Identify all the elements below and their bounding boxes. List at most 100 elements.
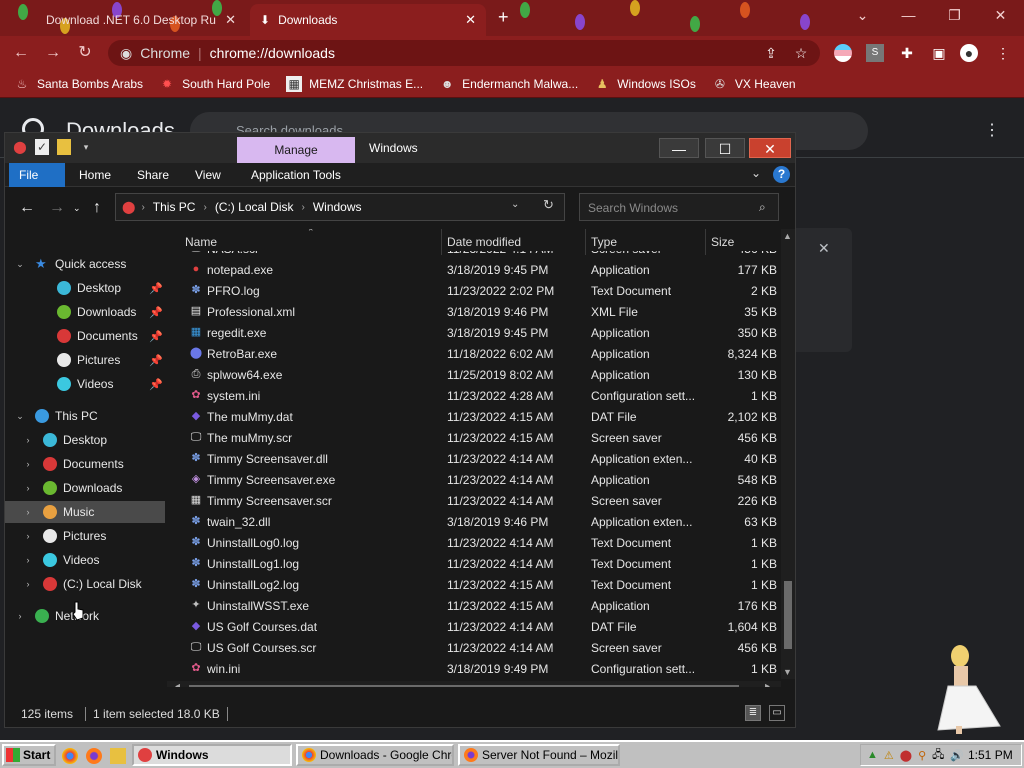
- tab-file[interactable]: File: [9, 163, 65, 187]
- forward-arrow-icon[interactable]: →: [49, 199, 65, 217]
- expand-chevron-icon[interactable]: ›: [23, 507, 33, 517]
- extension-s-icon[interactable]: S: [866, 44, 884, 62]
- share-icon[interactable]: ⇪: [762, 44, 780, 62]
- expand-chevron-icon[interactable]: ›: [23, 531, 33, 541]
- nav-quick-pictures[interactable]: Pictures 📌: [5, 349, 165, 371]
- tray-network-icon[interactable]: 🖧: [932, 746, 944, 765]
- task-firefox[interactable]: Server Not Found – Mozill...: [458, 744, 620, 766]
- file-row[interactable]: ✦ UninstallWSST.exe 11/23/2022 4:15 AM Appl…: [167, 595, 781, 616]
- expand-chevron-icon[interactable]: ›: [23, 555, 33, 565]
- extensions-puzzle-icon[interactable]: ✚: [898, 44, 916, 62]
- nav-pc-pictures[interactable]: › Pictures: [5, 525, 165, 547]
- forward-arrow-icon[interactable]: →: [42, 42, 64, 64]
- file-row[interactable]: ✽ twain_32.dll 3/18/2019 9:46 PM Applicatio…: [167, 511, 781, 532]
- qat-dropdown-icon[interactable]: ▾: [79, 139, 93, 155]
- column-name[interactable]: Name: [185, 235, 217, 249]
- nav-pc-downloads[interactable]: › Downloads: [5, 477, 165, 499]
- firefox-quicklaunch-icon[interactable]: [86, 748, 102, 764]
- file-row[interactable]: ◈ Timmy Screensaver.exe 11/23/2022 4:14 AM…: [167, 469, 781, 490]
- file-row[interactable]: ✽ Timmy Screensaver.dll 11/23/2022 4:14 AM…: [167, 448, 781, 469]
- download-remove-close-icon[interactable]: ✕: [818, 240, 830, 257]
- profile-avatar-icon[interactable]: ●: [960, 44, 978, 62]
- file-row[interactable]: ✽ UninstallLog0.log 11/23/2022 4:14 AM Text…: [167, 532, 781, 553]
- explorer-maximize-button[interactable]: ☐: [705, 138, 745, 158]
- back-arrow-icon[interactable]: ←: [10, 42, 32, 64]
- file-row[interactable]: 🖵 The muMmy.scr 11/23/2022 4:15 AM Screen s…: [167, 427, 781, 448]
- large-icons-view-icon[interactable]: ▭: [769, 705, 785, 721]
- vertical-scrollbar[interactable]: ▲ ▼: [781, 229, 795, 679]
- chrome-menu-icon[interactable]: ⋮: [994, 44, 1012, 62]
- nav-pc-documents[interactable]: › Documents: [5, 453, 165, 475]
- properties-icon[interactable]: ✓: [35, 139, 49, 155]
- file-row[interactable]: ✿ system.ini 11/23/2022 4:28 AM Configurati…: [167, 385, 781, 406]
- tray-volume-icon[interactable]: 🔊: [950, 749, 964, 762]
- scroll-right-icon[interactable]: ▸: [765, 681, 770, 687]
- nav-quick-desktop[interactable]: Desktop 📌: [5, 277, 165, 299]
- scroll-up-icon[interactable]: ▲: [783, 231, 792, 241]
- extension-flag-icon[interactable]: [834, 44, 852, 62]
- file-row[interactable]: 🖵 US Golf Courses.scr 11/23/2022 4:14 AM Sc…: [167, 637, 781, 658]
- side-panel-icon[interactable]: ▣: [930, 44, 948, 62]
- expand-chevron-icon[interactable]: ›: [23, 435, 33, 445]
- file-row[interactable]: 🖵 NASA.scr 11/23/2022 4:14 AM Screen saver 4…: [167, 251, 781, 259]
- address-bar[interactable]: ◉ Chrome | chrome://downloads: [108, 40, 820, 66]
- start-button[interactable]: Start: [2, 744, 56, 766]
- file-row[interactable]: ▤ Professional.xml 3/18/2019 9:46 PM XML Fi…: [167, 301, 781, 322]
- file-row[interactable]: ⬤ RetroBar.exe 11/18/2022 6:02 AM Applicati…: [167, 343, 781, 364]
- column-size[interactable]: Size: [711, 235, 734, 249]
- tray-red-icon[interactable]: ⬤: [900, 749, 912, 762]
- tab-manage[interactable]: Manage: [237, 137, 355, 163]
- scroll-left-icon[interactable]: ◂: [175, 681, 180, 687]
- expand-chevron-icon[interactable]: ›: [23, 459, 33, 469]
- more-actions-icon[interactable]: ⋮: [984, 120, 1000, 140]
- recent-locations-chevron-icon[interactable]: ⌄: [73, 203, 81, 214]
- horizontal-scrollbar[interactable]: ◂ ▸: [167, 681, 781, 687]
- tray-warning-icon[interactable]: ⚠: [884, 749, 894, 762]
- file-row[interactable]: ◆ The muMmy.dat 11/23/2022 4:15 AM DAT File…: [167, 406, 781, 427]
- address-dropdown-icon[interactable]: ⌄: [511, 199, 519, 210]
- bookmark-vx-heaven[interactable]: ✇ VX Heaven: [712, 76, 796, 92]
- column-type[interactable]: Type: [591, 235, 617, 249]
- tab-close-icon[interactable]: ✕: [465, 12, 476, 28]
- file-row[interactable]: ✽ PFRO.log 11/23/2022 2:02 PM Text Document…: [167, 280, 781, 301]
- bookmark-memz-christmas[interactable]: ▦ MEMZ Christmas E...: [286, 75, 423, 92]
- nav-quick-access[interactable]: ⌄ ★ Quick access: [5, 253, 165, 275]
- explorer-search-input[interactable]: Search Windows: [579, 193, 779, 221]
- tab-view[interactable]: View: [185, 163, 231, 187]
- new-tab-button[interactable]: +: [498, 7, 509, 28]
- bookmark-windows-isos[interactable]: ♟ Windows ISOs: [594, 76, 696, 92]
- help-icon[interactable]: ?: [773, 166, 790, 183]
- up-arrow-icon[interactable]: ↑: [93, 199, 101, 217]
- tab-share[interactable]: Share: [127, 163, 179, 187]
- file-row[interactable]: ◆ US Golf Courses.dat 11/23/2022 4:14 AM DA…: [167, 616, 781, 637]
- scroll-thumb[interactable]: [189, 685, 739, 687]
- tab-dotnet-download[interactable]: Download .NET 6.0 Desktop Ru ✕: [36, 4, 246, 36]
- expand-chevron-icon[interactable]: ›: [23, 579, 33, 589]
- details-view-icon[interactable]: ≣: [745, 705, 761, 721]
- tab-close-icon[interactable]: ✕: [225, 12, 236, 28]
- expand-chevron-icon[interactable]: ›: [23, 483, 33, 493]
- desktop-mascot-figure[interactable]: [930, 640, 1006, 736]
- file-row[interactable]: ✽ UninstallLog2.log 11/23/2022 4:15 AM Text…: [167, 574, 781, 595]
- expand-ribbon-chevron-icon[interactable]: ⌄: [751, 166, 761, 180]
- new-folder-icon[interactable]: [57, 139, 71, 155]
- explorer-title-bar[interactable]: ⬤ ✓ ▾ Manage Windows — ☐ ✕: [5, 133, 795, 163]
- bookmark-santa-bombs-arabs[interactable]: ♨ Santa Bombs Arabs: [14, 76, 143, 92]
- expand-chevron-icon[interactable]: ›: [15, 611, 25, 621]
- close-window-button[interactable]: ✕: [978, 0, 1023, 30]
- column-date-modified[interactable]: Date modified: [447, 235, 521, 249]
- back-arrow-icon[interactable]: ←: [19, 199, 35, 217]
- file-row[interactable]: ▦ Timmy Screensaver.scr 11/23/2022 4:14 AM…: [167, 490, 781, 511]
- refresh-icon[interactable]: ↻: [543, 197, 554, 213]
- explorer-minimize-button[interactable]: —: [659, 138, 699, 158]
- tab-home[interactable]: Home: [69, 163, 121, 187]
- file-row[interactable]: ✿ win.ini 3/18/2019 9:49 PM Configuration s…: [167, 658, 781, 679]
- file-row[interactable]: ● notepad.exe 3/18/2019 9:45 PM Application…: [167, 259, 781, 280]
- explorer-quicklaunch-icon[interactable]: [110, 748, 126, 764]
- reload-icon[interactable]: ↻: [74, 42, 96, 64]
- nav-quick-videos[interactable]: Videos 📌: [5, 373, 165, 395]
- nav-pc-videos[interactable]: › Videos: [5, 549, 165, 571]
- task-windows-explorer[interactable]: Windows: [132, 744, 292, 766]
- clock[interactable]: 1:51 PM: [968, 748, 1013, 762]
- nav-pc-c-local-disk[interactable]: › (C:) Local Disk: [5, 573, 165, 595]
